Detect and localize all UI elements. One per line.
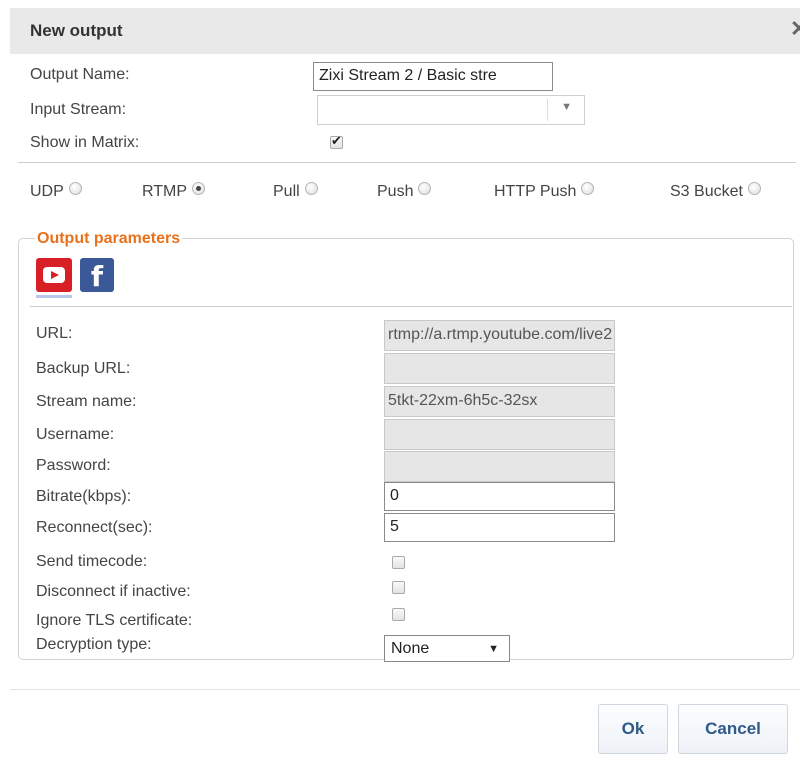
show-in-matrix-checkbox[interactable]	[330, 133, 343, 149]
divider	[30, 306, 792, 307]
bitrate-input[interactable]: 0	[384, 482, 615, 511]
chevron-down-icon[interactable]: ▼	[488, 636, 499, 662]
disconnect-if-inactive-label: Disconnect if inactive:	[36, 583, 191, 600]
radio-pull-label: Pull	[273, 183, 300, 200]
input-stream-select[interactable]: ▼	[317, 95, 585, 125]
ok-button[interactable]: Ok	[598, 704, 668, 754]
decryption-type-value: None	[391, 640, 430, 657]
show-in-matrix-label: Show in Matrix:	[30, 134, 140, 151]
radio-http-push-label: HTTP Push	[494, 183, 577, 200]
stream-name-label: Stream name:	[36, 393, 137, 410]
ignore-tls-checkbox[interactable]	[392, 608, 405, 621]
radio-push-label: Push	[377, 183, 414, 200]
backup-url-label: Backup URL:	[36, 360, 131, 377]
radio-http-push[interactable]: HTTP Push	[494, 182, 595, 201]
ignore-tls-label: Ignore TLS certificate:	[36, 612, 193, 629]
password-label: Password:	[36, 457, 111, 474]
disconnect-if-inactive-checkbox[interactable]	[392, 581, 405, 594]
output-parameters-legend: Output parameters	[35, 230, 183, 248]
radio-udp-button[interactable]	[68, 182, 82, 195]
radio-s3-bucket-button[interactable]	[747, 182, 761, 195]
url-input[interactable]: rtmp://a.rtmp.youtube.com/live2	[384, 320, 615, 351]
url-label: URL:	[36, 325, 73, 342]
output-name-label: Output Name:	[30, 66, 130, 83]
username-input[interactable]	[384, 419, 615, 450]
facebook-icon[interactable]: f	[80, 258, 114, 292]
dialog-titlebar: New output ✕	[10, 8, 800, 54]
send-timecode-checkbox[interactable]	[392, 556, 405, 569]
radio-rtmp-button[interactable]	[192, 182, 206, 195]
username-label: Username:	[36, 426, 115, 443]
radio-rtmp[interactable]: RTMP	[142, 182, 206, 201]
radio-rtmp-label: RTMP	[142, 183, 188, 200]
radio-push[interactable]: Push	[377, 182, 432, 201]
radio-push-button[interactable]	[418, 182, 432, 195]
password-input[interactable]	[384, 451, 615, 482]
stream-name-input[interactable]: 5tkt-22xm-6h5c-32sx	[384, 386, 615, 417]
input-stream-label: Input Stream:	[30, 101, 127, 118]
radio-pull-button[interactable]	[304, 182, 318, 195]
radio-http-push-button[interactable]	[581, 182, 595, 195]
radio-s3-bucket[interactable]: S3 Bucket	[670, 182, 761, 201]
dialog-title: New output	[30, 21, 123, 40]
radio-udp[interactable]: UDP	[30, 182, 82, 201]
combo-separator	[547, 99, 548, 121]
decryption-type-select[interactable]: None ▼	[384, 635, 510, 662]
youtube-selected-indicator	[36, 295, 72, 298]
divider	[18, 162, 796, 163]
output-name-input[interactable]: Zixi Stream 2 / Basic stre	[313, 62, 553, 91]
reconnect-label: Reconnect(sec):	[36, 519, 153, 536]
radio-s3-bucket-label: S3 Bucket	[670, 183, 743, 200]
bitrate-label: Bitrate(kbps):	[36, 488, 132, 505]
decryption-type-label: Decryption type:	[36, 636, 152, 653]
youtube-icon[interactable]	[36, 258, 72, 292]
reconnect-input[interactable]: 5	[384, 513, 615, 542]
backup-url-input[interactable]	[384, 353, 615, 384]
close-icon[interactable]: ✕	[790, 17, 800, 41]
radio-udp-label: UDP	[30, 183, 64, 200]
youtube-play-frame	[43, 267, 65, 283]
cancel-button[interactable]: Cancel	[678, 704, 788, 754]
chevron-down-icon[interactable]: ▼	[561, 101, 572, 113]
play-icon	[51, 271, 59, 279]
radio-pull[interactable]: Pull	[273, 182, 318, 201]
send-timecode-label: Send timecode:	[36, 553, 148, 570]
footer-divider	[10, 689, 800, 690]
